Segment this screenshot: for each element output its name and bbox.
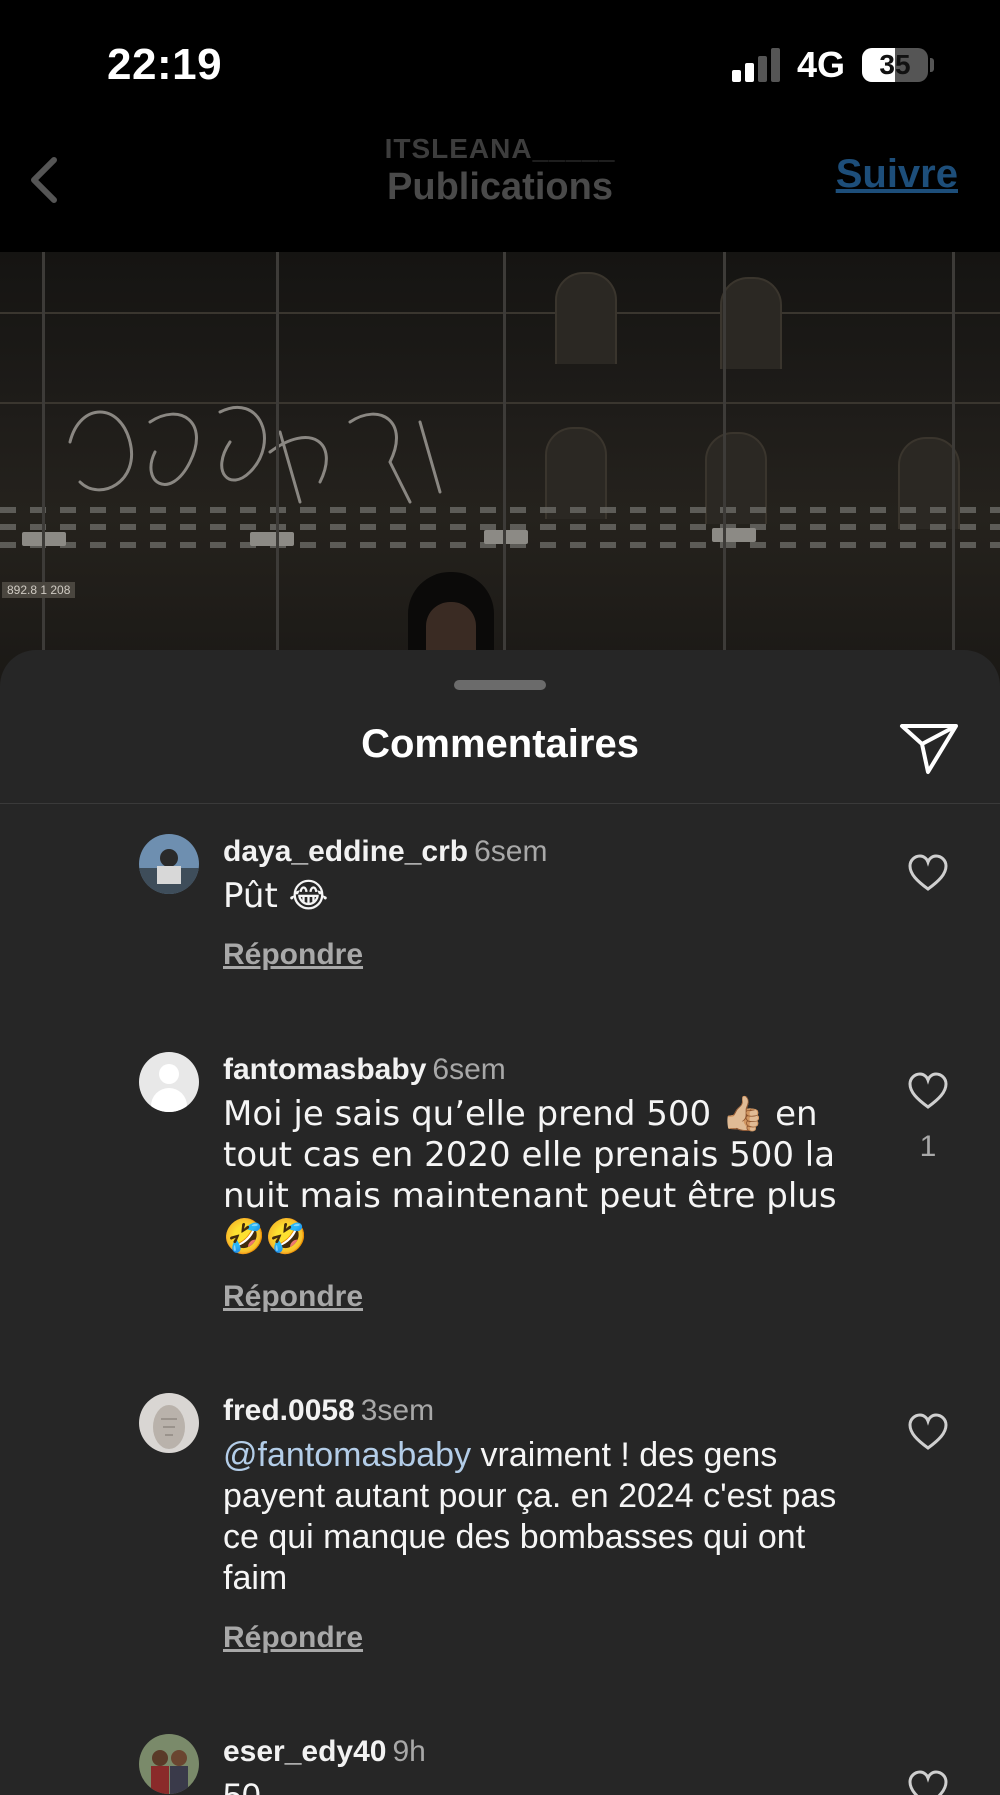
avatar[interactable] <box>139 834 199 894</box>
comment-time: 9h <box>392 1735 426 1768</box>
header-divider <box>0 803 1000 804</box>
avatar[interactable] <box>139 1393 199 1453</box>
comment-text: 50 <box>223 1776 843 1795</box>
comment-username[interactable]: fred.0058 <box>223 1394 355 1427</box>
comment-time: 6sem <box>474 835 548 868</box>
cellular-signal-icon <box>732 48 782 82</box>
status-time: 22:19 <box>107 40 223 89</box>
battery-tip <box>930 58 934 72</box>
follow-button[interactable]: Suivre <box>836 152 958 197</box>
heart-icon[interactable] <box>907 1413 949 1451</box>
comment-text: Moi je sais qu’elle prend 500 👍🏼 en tout… <box>223 1094 837 1257</box>
avatar[interactable] <box>139 1734 199 1794</box>
heart-icon[interactable] <box>907 1770 949 1795</box>
comment-username[interactable]: eser_edy40 <box>223 1735 386 1768</box>
reply-button[interactable]: Répondre <box>223 1621 363 1655</box>
reply-button[interactable]: Répondre <box>223 938 363 972</box>
comment-time: 3sem <box>360 1394 435 1427</box>
graffiti-graphic <box>68 405 442 504</box>
battery-level: 35 <box>879 49 911 80</box>
network-type: 4G <box>797 44 846 85</box>
comment-mention[interactable]: @fantomasbaby <box>223 1436 471 1474</box>
status-bar: 22:19 4G 35 <box>0 0 1000 130</box>
top-nav: ITSLEANA_____ Publications Suivre <box>0 130 1000 252</box>
comments-sheet: Commentaires daya_eddine_crb 6sem Pût 😂 R… <box>0 650 1000 1795</box>
comment-text: @fantomasbaby vraiment ! des gens payent… <box>223 1435 843 1599</box>
comment-time: 6sem <box>432 1053 506 1086</box>
avatar[interactable] <box>139 1052 199 1112</box>
like-count: 1 <box>919 1130 937 1163</box>
heart-icon[interactable] <box>907 854 949 892</box>
post-image: 892.8 1 208 <box>0 252 1000 692</box>
heart-icon[interactable] <box>907 1072 949 1110</box>
comments-title: Commentaires <box>361 722 639 766</box>
send-icon[interactable] <box>898 720 960 776</box>
address-plaque: 892.8 1 208 <box>2 582 76 598</box>
comment-username[interactable]: daya_eddine_crb <box>223 835 468 868</box>
comment-text: Pût 😂 <box>223 876 329 916</box>
reply-button[interactable]: Répondre <box>223 1280 363 1314</box>
drag-handle[interactable] <box>454 680 546 690</box>
battery-icon: 35 <box>862 48 928 82</box>
comment-username[interactable]: fantomasbaby <box>223 1053 426 1086</box>
